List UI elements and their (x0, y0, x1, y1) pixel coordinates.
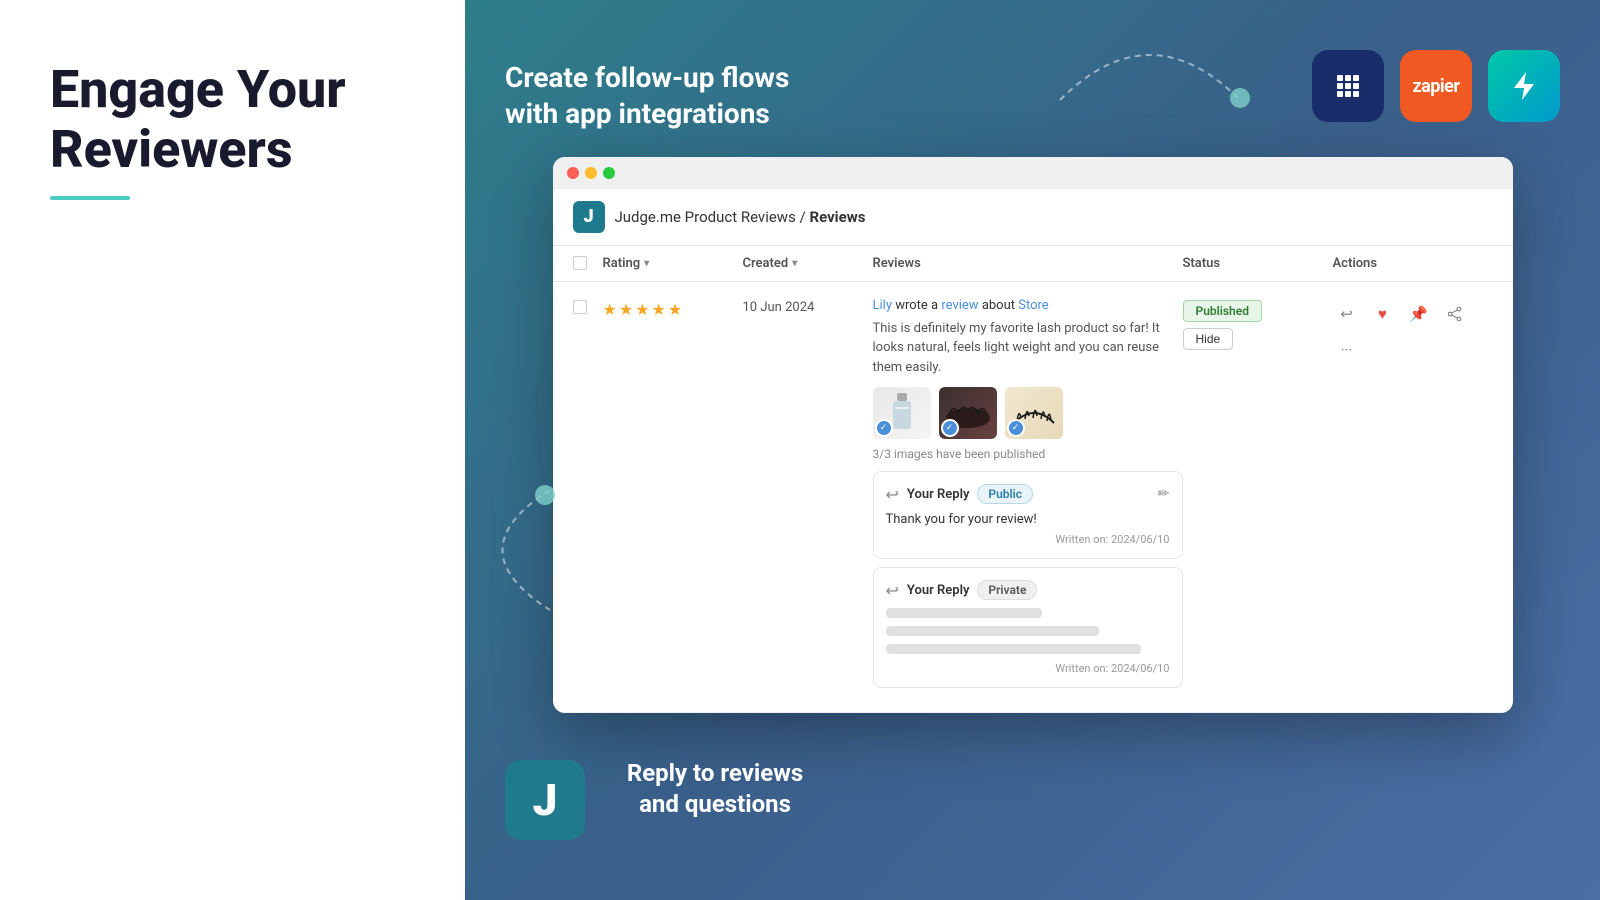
reply-cta-text: Reply to reviews and questions (615, 758, 815, 820)
row-checkbox[interactable] (573, 300, 587, 314)
review-image-3[interactable]: ✓ (1005, 387, 1063, 439)
left-panel: Engage Your Reviewers (0, 0, 465, 900)
dashed-arc-left (465, 480, 565, 620)
star-2: ★ (619, 300, 633, 319)
top-headline: Create follow-up flows with app integrat… (505, 60, 825, 133)
review-image-2[interactable]: ✓ (939, 387, 997, 439)
grid-app-icon (1312, 50, 1384, 122)
public-reply-header: ↩ Your Reply Public ✏ (886, 484, 1170, 504)
dashed-arc-top (1050, 30, 1250, 110)
image-check-2: ✓ (941, 419, 959, 437)
rating-dropdown-arrow: ▾ (644, 258, 649, 269)
browser-titlebar (553, 157, 1513, 189)
created-dropdown-arrow: ▾ (792, 258, 797, 269)
app-header: J Judge.me Product Reviews / Reviews (553, 189, 1513, 246)
images-published-label: 3/3 images have been published (873, 447, 1183, 461)
star-4: ★ (652, 300, 666, 319)
star-1: ★ (603, 300, 617, 319)
breadcrumb-current: Reviews (809, 208, 865, 226)
reply-action-icon[interactable]: ↩ (1333, 300, 1361, 328)
public-reply-arrow-icon: ↩ (886, 485, 899, 504)
table-header: Rating ▾ Created ▾ Reviews Status Action… (553, 246, 1513, 282)
title-underline (50, 196, 130, 200)
private-skeleton-1 (886, 608, 1042, 618)
public-reply-text: Thank you for your review! (886, 512, 1170, 527)
more-action-icon[interactable]: ··· (1333, 336, 1361, 364)
public-reply-label: Your Reply (907, 487, 970, 502)
private-badge: Private (977, 580, 1037, 600)
page-title: Engage Your Reviewers (50, 60, 415, 180)
public-badge: Public (977, 484, 1033, 504)
app-logo: J (573, 201, 605, 233)
reviewer-about-text: about (982, 298, 1018, 313)
reviewer-line: Lily wrote a review about Store (873, 298, 1183, 313)
star-rating: ★ ★ ★ ★ ★ (603, 300, 743, 319)
column-header-created[interactable]: Created ▾ (743, 256, 873, 271)
public-reply-date: Written on: 2024/06/10 (886, 533, 1170, 546)
published-badge: Published (1183, 300, 1262, 322)
private-reply-label: Your Reply (907, 583, 970, 598)
top-section: Create follow-up flows with app integrat… (505, 40, 1560, 133)
actions-cell: ↩ ♥ 📌 ··· (1333, 298, 1493, 364)
image-check-3: ✓ (1007, 419, 1025, 437)
share-action-icon[interactable] (1441, 300, 1469, 328)
column-header-status: Status (1183, 256, 1333, 271)
column-header-reviews: Reviews (873, 256, 1183, 271)
private-reply-date: Written on: 2024/06/10 (886, 662, 1170, 675)
column-header-actions: Actions (1333, 256, 1493, 271)
status-cell: Published Hide (1183, 298, 1333, 350)
private-skeleton-2 (886, 626, 1099, 636)
review-link[interactable]: review (941, 298, 978, 313)
public-reply-box: ↩ Your Reply Public ✏ Thank you for your… (873, 471, 1183, 559)
review-body-text: This is definitely my favorite lash prod… (873, 319, 1183, 378)
store-link[interactable]: Store (1018, 298, 1048, 313)
header-checkbox[interactable] (573, 256, 587, 270)
image-check-1: ✓ (875, 419, 893, 437)
reviewer-action-text: wrote a (895, 298, 941, 313)
j-logo-bottom: J (505, 760, 585, 840)
zapier-icon: zapier (1400, 50, 1472, 122)
right-panel: Create follow-up flows with app integrat… (465, 0, 1600, 900)
reviewer-name-link[interactable]: Lily (873, 298, 892, 313)
column-header-rating[interactable]: Rating ▾ (603, 256, 743, 271)
review-date: 10 Jun 2024 (743, 298, 873, 315)
heart-action-icon[interactable]: ♥ (1369, 300, 1397, 328)
public-reply-edit-icon[interactable]: ✏ (1158, 486, 1170, 502)
private-skeleton-3 (886, 644, 1142, 654)
reviews-table: Rating ▾ Created ▾ Reviews Status Action… (553, 246, 1513, 714)
review-images: ✓ ✓ (873, 387, 1183, 439)
browser-window: J Judge.me Product Reviews / Reviews Rat… (553, 157, 1513, 714)
private-reply-arrow-icon: ↩ (886, 581, 899, 600)
review-content: Lily wrote a review about Store This is … (873, 298, 1183, 697)
review-image-1[interactable]: ✓ (873, 387, 931, 439)
titlebar-dot-red (567, 167, 579, 179)
integration-icons: zapier (1312, 50, 1560, 122)
private-reply-box: ↩ Your Reply Private Written on: 2024/06… (873, 567, 1183, 688)
star-3: ★ (635, 300, 649, 319)
titlebar-dot-yellow (585, 167, 597, 179)
flash-icon (1488, 50, 1560, 122)
pin-action-icon[interactable]: 📌 (1405, 300, 1433, 328)
titlebar-dot-green (603, 167, 615, 179)
hide-button[interactable]: Hide (1183, 328, 1234, 350)
star-5: ★ (668, 300, 682, 319)
table-row: ★ ★ ★ ★ ★ 10 Jun 2024 Lily wrote a revie… (553, 282, 1513, 714)
breadcrumb: Judge.me Product Reviews / Reviews (615, 208, 866, 226)
private-reply-header: ↩ Your Reply Private (886, 580, 1170, 600)
breadcrumb-base: Judge.me Product Reviews / (615, 208, 810, 226)
